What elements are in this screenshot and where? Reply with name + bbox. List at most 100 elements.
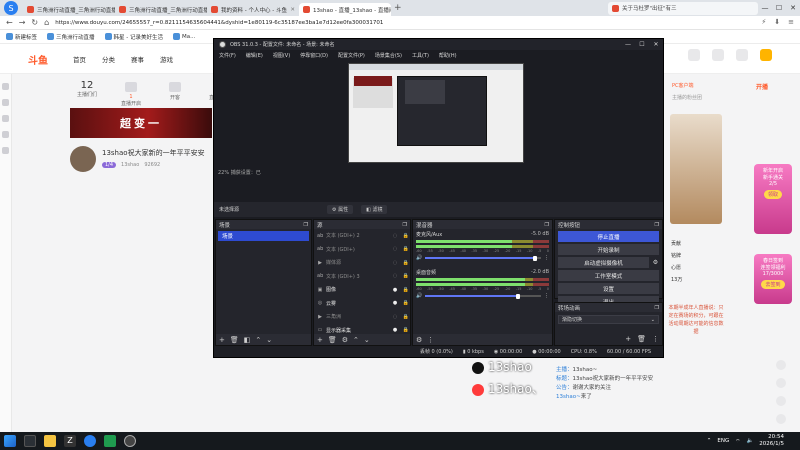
obs-app-icon[interactable] bbox=[124, 435, 136, 447]
trash-icon[interactable]: 🗑 bbox=[230, 336, 239, 344]
language-indicator[interactable]: ENG bbox=[717, 438, 729, 444]
menu-file[interactable]: 文件(F) bbox=[219, 52, 236, 59]
promo-button[interactable]: 领取 bbox=[763, 190, 782, 199]
source-item[interactable]: ab 文本 (GDI+) 3 ◌ 🔒 bbox=[314, 270, 410, 284]
rank-item[interactable]: 贡献 bbox=[668, 240, 724, 252]
sidebar-icon[interactable] bbox=[2, 147, 9, 154]
douyu-logo[interactable]: 斗鱼 bbox=[28, 52, 48, 67]
undock-icon[interactable]: ❐ bbox=[545, 222, 549, 228]
float-tool-icon[interactable] bbox=[776, 360, 786, 370]
forward-icon[interactable]: → bbox=[19, 18, 26, 27]
speaker-icon[interactable]: 🔊 bbox=[416, 255, 422, 261]
eye-icon[interactable]: ● bbox=[391, 300, 399, 306]
obs-preview[interactable]: 22% 捕获设置：已 bbox=[214, 60, 663, 202]
ad-image[interactable] bbox=[670, 114, 722, 224]
menu-docks[interactable]: 停靠窗口(D) bbox=[300, 52, 328, 59]
float-tool-icon[interactable] bbox=[776, 378, 786, 388]
volume-icon[interactable]: 🔈 bbox=[746, 438, 753, 444]
nav-home[interactable]: 首页 bbox=[73, 54, 86, 64]
news-tab[interactable]: 关于马杜罗"出征"有三 bbox=[608, 1, 758, 15]
filters-button[interactable]: ◧ 滤镜 bbox=[361, 205, 388, 214]
bookmark-item[interactable]: 韩星 - 记录美好生活 bbox=[104, 33, 163, 41]
transition-select[interactable]: 渐隐切换 ⌄ bbox=[558, 315, 659, 324]
undock-icon[interactable]: ❐ bbox=[403, 222, 407, 228]
bookmark-item[interactable]: 新建标签 bbox=[6, 33, 37, 41]
lock-icon[interactable]: 🔒 bbox=[402, 287, 410, 293]
filter-icon[interactable]: ◧ bbox=[244, 336, 251, 344]
source-item[interactable]: ◎ 云雾 ● 🔒 bbox=[314, 297, 410, 311]
follow-icon[interactable] bbox=[736, 49, 748, 61]
menu-view[interactable]: 视图(V) bbox=[273, 52, 290, 59]
nav-category[interactable]: 分类 bbox=[102, 54, 115, 64]
menu-tools[interactable]: 工具(T) bbox=[412, 52, 429, 59]
user-avatar[interactable] bbox=[760, 49, 772, 61]
settings-button[interactable]: 设置 bbox=[558, 283, 659, 294]
promo-card[interactable]: 春日签到 连签领福利 17/3000 去签到 bbox=[754, 254, 792, 304]
browser-tab-3[interactable]: 我的资料 - 个人中心 - 斗鱼 ✕ bbox=[207, 3, 299, 16]
menu-scene-collection[interactable]: 场景集合(S) bbox=[375, 52, 402, 59]
browser-app-icon[interactable] bbox=[84, 435, 96, 447]
extensions-icon[interactable]: ⚡ bbox=[761, 18, 766, 26]
new-tab-button[interactable]: + bbox=[394, 3, 402, 13]
maximize-icon[interactable]: ☐ bbox=[772, 0, 786, 16]
promo-card[interactable]: 新年开启 新手通关 2/5 领取 bbox=[754, 164, 792, 234]
minimize-icon[interactable]: — bbox=[621, 41, 635, 48]
source-item[interactable]: ▶ 三角洲 ◌ 🔒 bbox=[314, 310, 410, 324]
promo-top[interactable]: 开播 bbox=[756, 82, 768, 91]
eye-icon[interactable]: ● bbox=[391, 327, 399, 333]
file-explorer-icon[interactable] bbox=[44, 435, 56, 447]
chat-name[interactable]: 13shao~ bbox=[556, 394, 581, 400]
clock[interactable]: 20:54 2026/1/5 bbox=[759, 434, 784, 448]
volume-slider[interactable] bbox=[425, 255, 541, 261]
reload-icon[interactable]: ↻ bbox=[31, 18, 38, 27]
nav-games[interactable]: 游戏 bbox=[160, 54, 173, 64]
anchor-avatar[interactable] bbox=[70, 146, 96, 172]
network-icon[interactable]: ⌔ bbox=[735, 438, 740, 445]
minimize-icon[interactable]: — bbox=[758, 0, 772, 16]
chat-name[interactable]: 标题： bbox=[556, 376, 573, 382]
sidebar-icon[interactable] bbox=[2, 99, 9, 106]
gear-icon[interactable]: ⚙ bbox=[416, 336, 422, 344]
hidden-eye-icon[interactable]: ◌ bbox=[391, 246, 399, 252]
move-down-icon[interactable]: ⌄ bbox=[266, 336, 272, 344]
gear-icon[interactable]: ⚙ bbox=[342, 336, 348, 344]
menu-profile[interactable]: 配置文件(P) bbox=[338, 52, 365, 59]
volume-knob[interactable] bbox=[533, 255, 538, 261]
start-virtual-camera-button[interactable]: 启动虚拟摄像机 bbox=[558, 257, 649, 268]
close-tab-icon[interactable]: ✕ bbox=[290, 7, 295, 13]
undock-icon[interactable]: ❐ bbox=[655, 222, 659, 228]
hidden-eye-icon[interactable]: ◌ bbox=[391, 233, 399, 239]
zip-app-icon[interactable]: Z bbox=[64, 435, 76, 447]
undock-icon[interactable]: ❐ bbox=[304, 222, 308, 228]
hidden-eye-icon[interactable]: ◌ bbox=[391, 273, 399, 279]
rank-item[interactable]: 铭牌 bbox=[668, 252, 724, 264]
lock-icon[interactable]: 🔒 bbox=[402, 314, 410, 320]
properties-button[interactable]: ⚙ 属性 bbox=[327, 205, 354, 214]
trash-icon[interactable]: 🗑 bbox=[328, 336, 337, 344]
menu-edit[interactable]: 编辑(E) bbox=[246, 52, 263, 59]
channel-menu-icon[interactable]: ⋮ bbox=[544, 255, 549, 261]
start-recording-button[interactable]: 开始录制 bbox=[558, 244, 659, 255]
green-app-icon[interactable] bbox=[104, 435, 116, 447]
trash-icon[interactable]: 🗑 bbox=[637, 335, 646, 343]
sidebar-icon[interactable] bbox=[2, 131, 9, 138]
eye-icon[interactable]: ● bbox=[391, 287, 399, 293]
move-up-icon[interactable]: ⌃ bbox=[353, 336, 359, 344]
stream-banner[interactable]: 超变一 bbox=[70, 108, 212, 138]
nav-events[interactable]: 赛事 bbox=[131, 54, 144, 64]
source-item[interactable]: ab 文本 (GDI+) 2 ◌ 🔒 bbox=[314, 229, 410, 243]
volume-slider[interactable] bbox=[425, 293, 541, 299]
browser-tab-4[interactable]: 13shao - 直播_13shao - 直播间✕ bbox=[299, 3, 391, 16]
anchor-name[interactable]: 13shao bbox=[121, 162, 139, 168]
lock-icon[interactable]: 🔒 bbox=[402, 233, 410, 239]
bookmark-item[interactable]: 三角洲行动直播 bbox=[47, 33, 95, 41]
gear-icon[interactable]: ⚙ bbox=[651, 259, 660, 266]
downloads-icon[interactable]: ⬇ bbox=[774, 18, 780, 26]
bookmark-item[interactable]: Ma... bbox=[173, 33, 195, 40]
lock-icon[interactable]: 🔒 bbox=[402, 273, 410, 279]
rank-item[interactable]: 心愿 bbox=[668, 264, 724, 276]
hidden-eye-icon[interactable]: ◌ bbox=[391, 314, 399, 320]
speaker-icon[interactable]: 🔊 bbox=[416, 293, 422, 299]
browser-logo-icon[interactable]: S bbox=[4, 1, 18, 15]
source-item[interactable]: ▣ 图像 ● 🔒 bbox=[314, 283, 410, 297]
